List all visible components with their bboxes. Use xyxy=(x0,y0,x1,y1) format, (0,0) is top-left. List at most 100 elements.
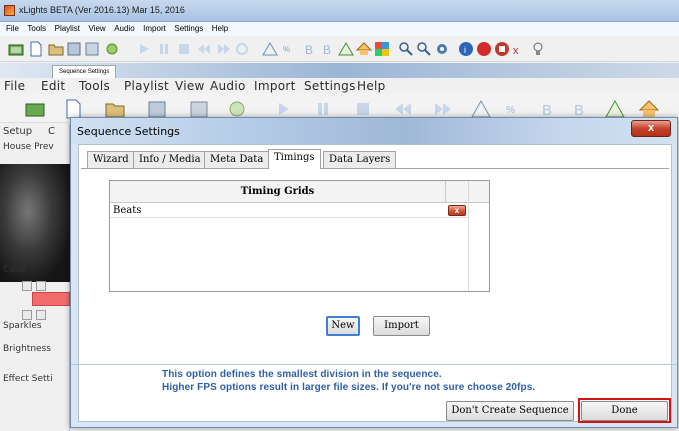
open-folder-large-icon[interactable] xyxy=(24,99,46,119)
rewind-icon[interactable] xyxy=(196,41,212,57)
tab-info-media[interactable]: Info / Media xyxy=(133,151,207,168)
dont-create-sequence-button[interactable]: Don't Create Sequence xyxy=(446,401,574,421)
open-folder-icon[interactable] xyxy=(8,41,24,57)
table-row[interactable]: Beats x xyxy=(110,203,468,218)
tab-setup[interactable]: Setup xyxy=(3,126,32,137)
inner-menu-tools[interactable]: Tools xyxy=(79,79,110,93)
lightbulb-icon[interactable] xyxy=(530,41,546,57)
dialog-titlebar[interactable]: Sequence Settings x xyxy=(71,118,677,144)
info-icon[interactable]: i xyxy=(458,41,474,57)
record-icon[interactable] xyxy=(494,41,510,57)
play-large-icon[interactable] xyxy=(272,99,294,119)
triangle-effect-icon[interactable] xyxy=(262,41,278,57)
timing-grids-header-label: Timing Grids xyxy=(240,186,315,197)
info-line-2: Higher FPS options result in larger file… xyxy=(162,382,536,393)
stop-icon[interactable] xyxy=(176,41,192,57)
bold-b-icon[interactable]: B xyxy=(302,41,318,57)
menu-tools[interactable]: Tools xyxy=(27,22,46,36)
inner-menu-settings[interactable]: Settings xyxy=(304,79,356,93)
timing-grids-table: Timing Grids Beats x xyxy=(109,180,490,292)
inner-menu-audio[interactable]: Audio xyxy=(210,79,246,93)
close-button[interactable]: x xyxy=(631,120,671,137)
folder-icon[interactable] xyxy=(48,41,64,57)
header-divider xyxy=(445,181,446,203)
gear-icon[interactable] xyxy=(434,41,450,57)
sparkles-label: Sparkles xyxy=(3,321,42,331)
inner-menu-file[interactable]: File xyxy=(4,79,25,93)
stop-sign-icon[interactable] xyxy=(476,41,492,57)
new-button[interactable]: New xyxy=(326,316,360,336)
b-alt-large-icon[interactable]: B xyxy=(570,99,592,119)
inner-window-tab[interactable]: Sequence Settings xyxy=(52,65,117,78)
done-button[interactable]: Done xyxy=(581,401,668,421)
save-as-large-icon[interactable] xyxy=(188,99,210,119)
loop-icon[interactable] xyxy=(234,41,250,57)
dialog-body: Wizard Info / Media Meta Data Timings Da… xyxy=(78,144,672,422)
color-lock-2[interactable] xyxy=(36,310,46,320)
inner-menu-edit[interactable]: Edit xyxy=(41,79,65,93)
render-icon[interactable] xyxy=(104,41,120,57)
tab-timings[interactable]: Timings xyxy=(268,149,321,169)
save-icon[interactable] xyxy=(66,41,82,57)
menu-import[interactable]: Import xyxy=(143,22,166,36)
inner-menu-view[interactable]: View xyxy=(175,79,205,93)
menu-playlist[interactable]: Playlist xyxy=(55,22,80,36)
inner-menu-help[interactable]: Help xyxy=(357,79,386,93)
info-line-1: This option defines the smallest divisio… xyxy=(162,369,442,380)
menu-help[interactable]: Help xyxy=(212,22,228,36)
menu-settings[interactable]: Settings xyxy=(174,22,203,36)
color-checkbox-1[interactable] xyxy=(22,281,32,291)
fast-forward-large-icon[interactable] xyxy=(432,99,454,119)
tab-panel-border xyxy=(81,168,669,169)
app-title: xLights BETA (Ver 2016.13) Mar 15, 2016 xyxy=(19,5,185,15)
inner-menu-playlist[interactable]: Playlist xyxy=(124,79,169,93)
effect-settings-label: Effect Setti xyxy=(3,374,53,384)
inner-menu-import[interactable]: Import xyxy=(254,79,296,93)
play-icon[interactable] xyxy=(136,41,152,57)
save-large-icon[interactable] xyxy=(146,99,168,119)
delete-row-button[interactable]: x xyxy=(448,205,466,216)
color-swatch-red[interactable] xyxy=(32,292,70,306)
color-label: Color xyxy=(3,265,27,275)
xy-fx-icon[interactable]: x xyxy=(512,41,528,57)
color-checkbox-2[interactable] xyxy=(36,281,46,291)
left-panel: Setup C House Prev Color Sparkles Bright… xyxy=(0,124,70,431)
svg-text:x: x xyxy=(513,45,519,57)
new-document-large-icon[interactable] xyxy=(62,99,84,119)
house-icon[interactable] xyxy=(356,41,372,57)
stop-large-icon[interactable] xyxy=(352,99,374,119)
new-document-icon[interactable] xyxy=(28,41,44,57)
grid-colors-icon[interactable] xyxy=(374,41,390,57)
pause-icon[interactable] xyxy=(156,41,172,57)
save-as-icon[interactable] xyxy=(84,41,100,57)
menu-view[interactable]: View xyxy=(88,22,105,36)
timing-icon[interactable]: % xyxy=(282,41,298,57)
fast-forward-icon[interactable] xyxy=(216,41,232,57)
folder-large-icon[interactable] xyxy=(104,99,126,119)
pause-large-icon[interactable] xyxy=(312,99,334,119)
tab-data-layers[interactable]: Data Layers xyxy=(323,151,397,168)
brightness-label: Brightness xyxy=(3,344,51,354)
house-triangle-large-icon[interactable] xyxy=(604,99,626,119)
rewind-large-icon[interactable] xyxy=(392,99,414,119)
column-divider xyxy=(468,181,469,291)
tab-c[interactable]: C xyxy=(48,126,55,137)
timing-large-icon[interactable]: % xyxy=(504,99,526,119)
svg-text:i: i xyxy=(464,45,466,55)
tab-meta-data[interactable]: Meta Data xyxy=(204,151,270,168)
xlights-logo-icon xyxy=(4,5,15,16)
svg-text:%: % xyxy=(506,105,515,116)
menu-file[interactable]: File xyxy=(6,22,19,36)
color-lock-1[interactable] xyxy=(22,310,32,320)
bold-b-alt-icon[interactable]: B xyxy=(320,41,336,57)
b-large-icon[interactable]: B xyxy=(538,99,560,119)
house-triangle-icon[interactable] xyxy=(338,41,354,57)
zoom-out-icon[interactable] xyxy=(416,41,432,57)
import-button[interactable]: Import xyxy=(373,316,430,336)
tab-wizard[interactable]: Wizard xyxy=(87,151,135,168)
triangle-large-icon[interactable] xyxy=(470,99,492,119)
render-large-icon[interactable] xyxy=(226,99,248,119)
zoom-in-icon[interactable] xyxy=(398,41,414,57)
house-large-icon[interactable] xyxy=(638,99,660,119)
menu-audio[interactable]: Audio xyxy=(114,22,134,36)
